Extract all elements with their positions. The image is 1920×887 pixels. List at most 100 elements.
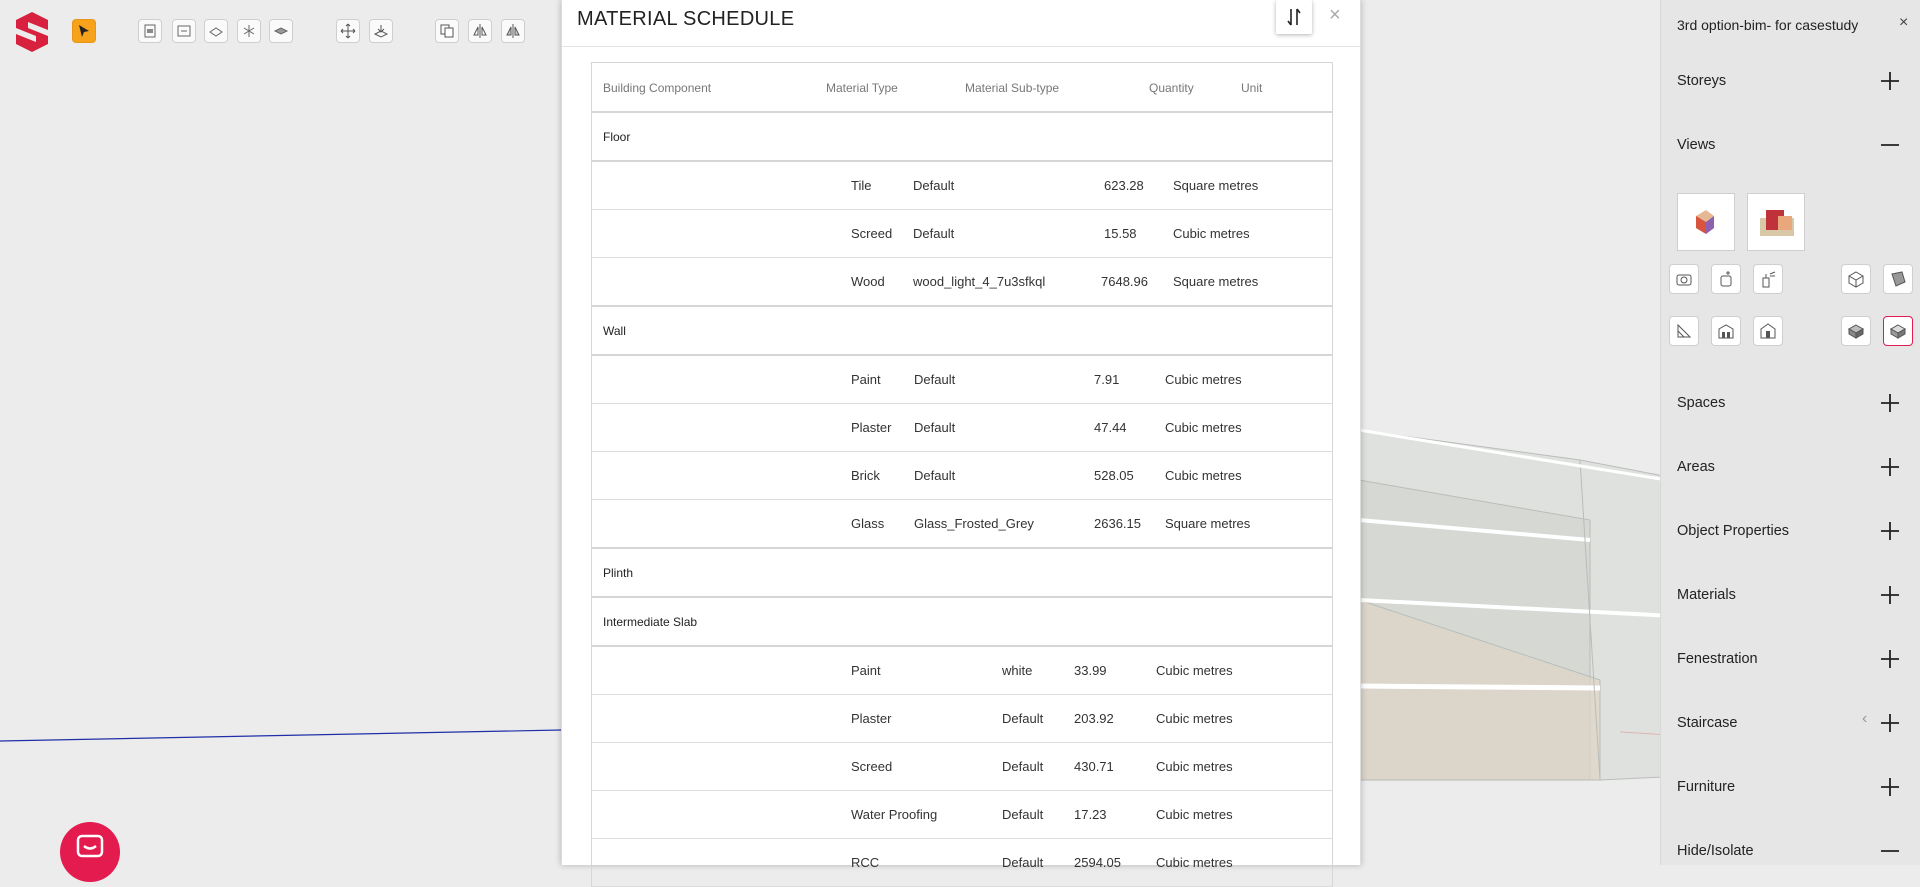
house-icon [1760, 323, 1776, 339]
view-thumbnail-1[interactable] [1677, 193, 1735, 251]
right-sidebar: 3rd option-bim- for casestudy × Storeys … [1660, 0, 1920, 865]
sidebar-item-staircase[interactable]: Staircase [1677, 715, 1737, 731]
sidebar-close-button[interactable]: × [1899, 14, 1908, 32]
split-tool-button[interactable] [237, 19, 261, 43]
layers-icon [273, 27, 289, 35]
cell-quantity: 623.28 [1104, 178, 1144, 193]
copy-tool-button[interactable] [435, 19, 459, 43]
cell-type: Plaster [851, 711, 892, 726]
group-label: Wall [603, 324, 626, 338]
elevation-button[interactable] [1711, 316, 1741, 346]
cell-subtype: Default [1002, 711, 1044, 726]
cell-quantity: 47.44 [1094, 420, 1127, 435]
plus-icon[interactable] [1879, 712, 1901, 734]
rotate-tool-button[interactable] [369, 19, 393, 43]
cell-unit: Cubic metres [1156, 663, 1233, 678]
sidebar-item-areas[interactable]: Areas [1677, 459, 1715, 475]
import-pdf-button[interactable] [138, 19, 162, 43]
section-button[interactable] [1669, 316, 1699, 346]
column-header-unit: Unit [1241, 81, 1263, 95]
plus-icon[interactable] [1879, 520, 1901, 542]
mirror-x-button[interactable] [468, 19, 492, 43]
cube-view-button[interactable] [1841, 264, 1871, 294]
cell-quantity: 528.05 [1094, 468, 1134, 483]
chevron-left-icon[interactable]: ‹ [1862, 710, 1867, 728]
group-row-intermediate-slab: Intermediate Slab [592, 598, 1332, 647]
sidebar-item-furniture[interactable]: Furniture [1677, 779, 1735, 795]
select-tool-button[interactable] [72, 19, 96, 43]
table-row: Water Proofing Default 17.23 Cubic metre… [592, 791, 1332, 839]
house-section-button[interactable] [1753, 316, 1783, 346]
render-button[interactable] [1753, 264, 1783, 294]
plus-icon[interactable] [1879, 70, 1901, 92]
model-thumbnail-icon [1696, 210, 1714, 234]
cell-quantity: 7648.96 [1101, 274, 1148, 289]
move-tool-button[interactable] [336, 19, 360, 43]
group-label: Intermediate Slab [603, 615, 698, 629]
model-thumbnail-icon [1760, 210, 1794, 236]
plus-icon[interactable] [1879, 776, 1901, 798]
mirror-y-button[interactable] [501, 19, 525, 43]
cell-type: Paint [851, 372, 881, 387]
cell-quantity: 430.71 [1074, 759, 1114, 774]
cell-unit: Cubic metres [1165, 420, 1242, 435]
group-label: Plinth [603, 566, 634, 580]
axis-line-blue [0, 729, 562, 742]
hand-add-icon [1720, 271, 1732, 287]
sort-button[interactable] [1276, 0, 1312, 34]
sidebar-item-spaces[interactable]: Spaces [1677, 395, 1725, 411]
cell-quantity: 33.99 [1074, 663, 1107, 678]
textured-cube-icon [1889, 324, 1907, 339]
sidebar-item-materials[interactable]: Materials [1677, 587, 1736, 603]
sidebar-item-fenestration[interactable]: Fenestration [1677, 651, 1758, 667]
sort-arrows-icon [1287, 8, 1301, 26]
minus-icon[interactable] [1879, 134, 1901, 156]
cell-subtype: Default [913, 226, 955, 241]
cell-subtype: wood_light_4_7u3sfkql [913, 274, 1046, 289]
minus-icon[interactable] [1879, 840, 1901, 862]
snaptrude-logo-icon[interactable] [12, 10, 52, 54]
cell-type: Water Proofing [851, 807, 938, 822]
cell-type: Plaster [851, 420, 892, 435]
plus-icon[interactable] [1879, 392, 1901, 414]
layer-tool-button[interactable] [269, 19, 293, 43]
plus-icon[interactable] [1879, 584, 1901, 606]
solid-view-button[interactable] [1841, 316, 1871, 346]
cell-unit: Cubic metres [1156, 855, 1233, 870]
cell-subtype: Default [1002, 807, 1044, 822]
modal-close-button[interactable]: × [1329, 4, 1341, 27]
cell-quantity: 2636.15 [1094, 516, 1141, 531]
copy-icon [440, 24, 454, 38]
column-header-component: Building Component [603, 81, 712, 95]
table-row: Tile Default 623.28 Square metres [592, 162, 1332, 210]
sidebar-item-storeys[interactable]: Storeys [1677, 73, 1726, 89]
add-view-button[interactable] [1711, 264, 1741, 294]
table-header: Building Component Material Type Materia… [592, 63, 1332, 113]
plus-icon[interactable] [1879, 648, 1901, 670]
cell-type: Glass [851, 516, 885, 531]
camera-icon [1676, 274, 1692, 286]
sidebar-item-hide-isolate[interactable]: Hide/Isolate [1677, 843, 1754, 859]
plus-icon[interactable] [1879, 456, 1901, 478]
cell-quantity: 17.23 [1074, 807, 1107, 822]
table-row: Wood wood_light_4_7u3sfkql 7648.96 Squar… [592, 258, 1332, 307]
cell-subtype: Default [914, 420, 956, 435]
cell-unit: Cubic metres [1165, 468, 1242, 483]
view-thumbnail-2[interactable] [1747, 193, 1805, 251]
camera-button[interactable] [1669, 264, 1699, 294]
textured-view-button[interactable] [1883, 316, 1913, 346]
group-label: Floor [603, 130, 631, 144]
import-cad-button[interactable] [172, 19, 196, 43]
chat-support-button[interactable] [60, 822, 120, 882]
cell-unit: Cubic metres [1156, 759, 1233, 774]
draw-plane-button[interactable] [204, 19, 228, 43]
cutaway-button[interactable] [1883, 264, 1913, 294]
building-icon [1718, 324, 1734, 339]
cell-unit: Square metres [1173, 178, 1259, 193]
mirror-icon [506, 24, 520, 38]
sidebar-item-views[interactable]: Views [1677, 137, 1715, 153]
group-row-floor: Floor [592, 113, 1332, 162]
mirror-icon [473, 24, 487, 38]
table-row: Screed Default 15.58 Cubic metres [592, 210, 1332, 258]
sidebar-item-object-properties[interactable]: Object Properties [1677, 523, 1789, 539]
